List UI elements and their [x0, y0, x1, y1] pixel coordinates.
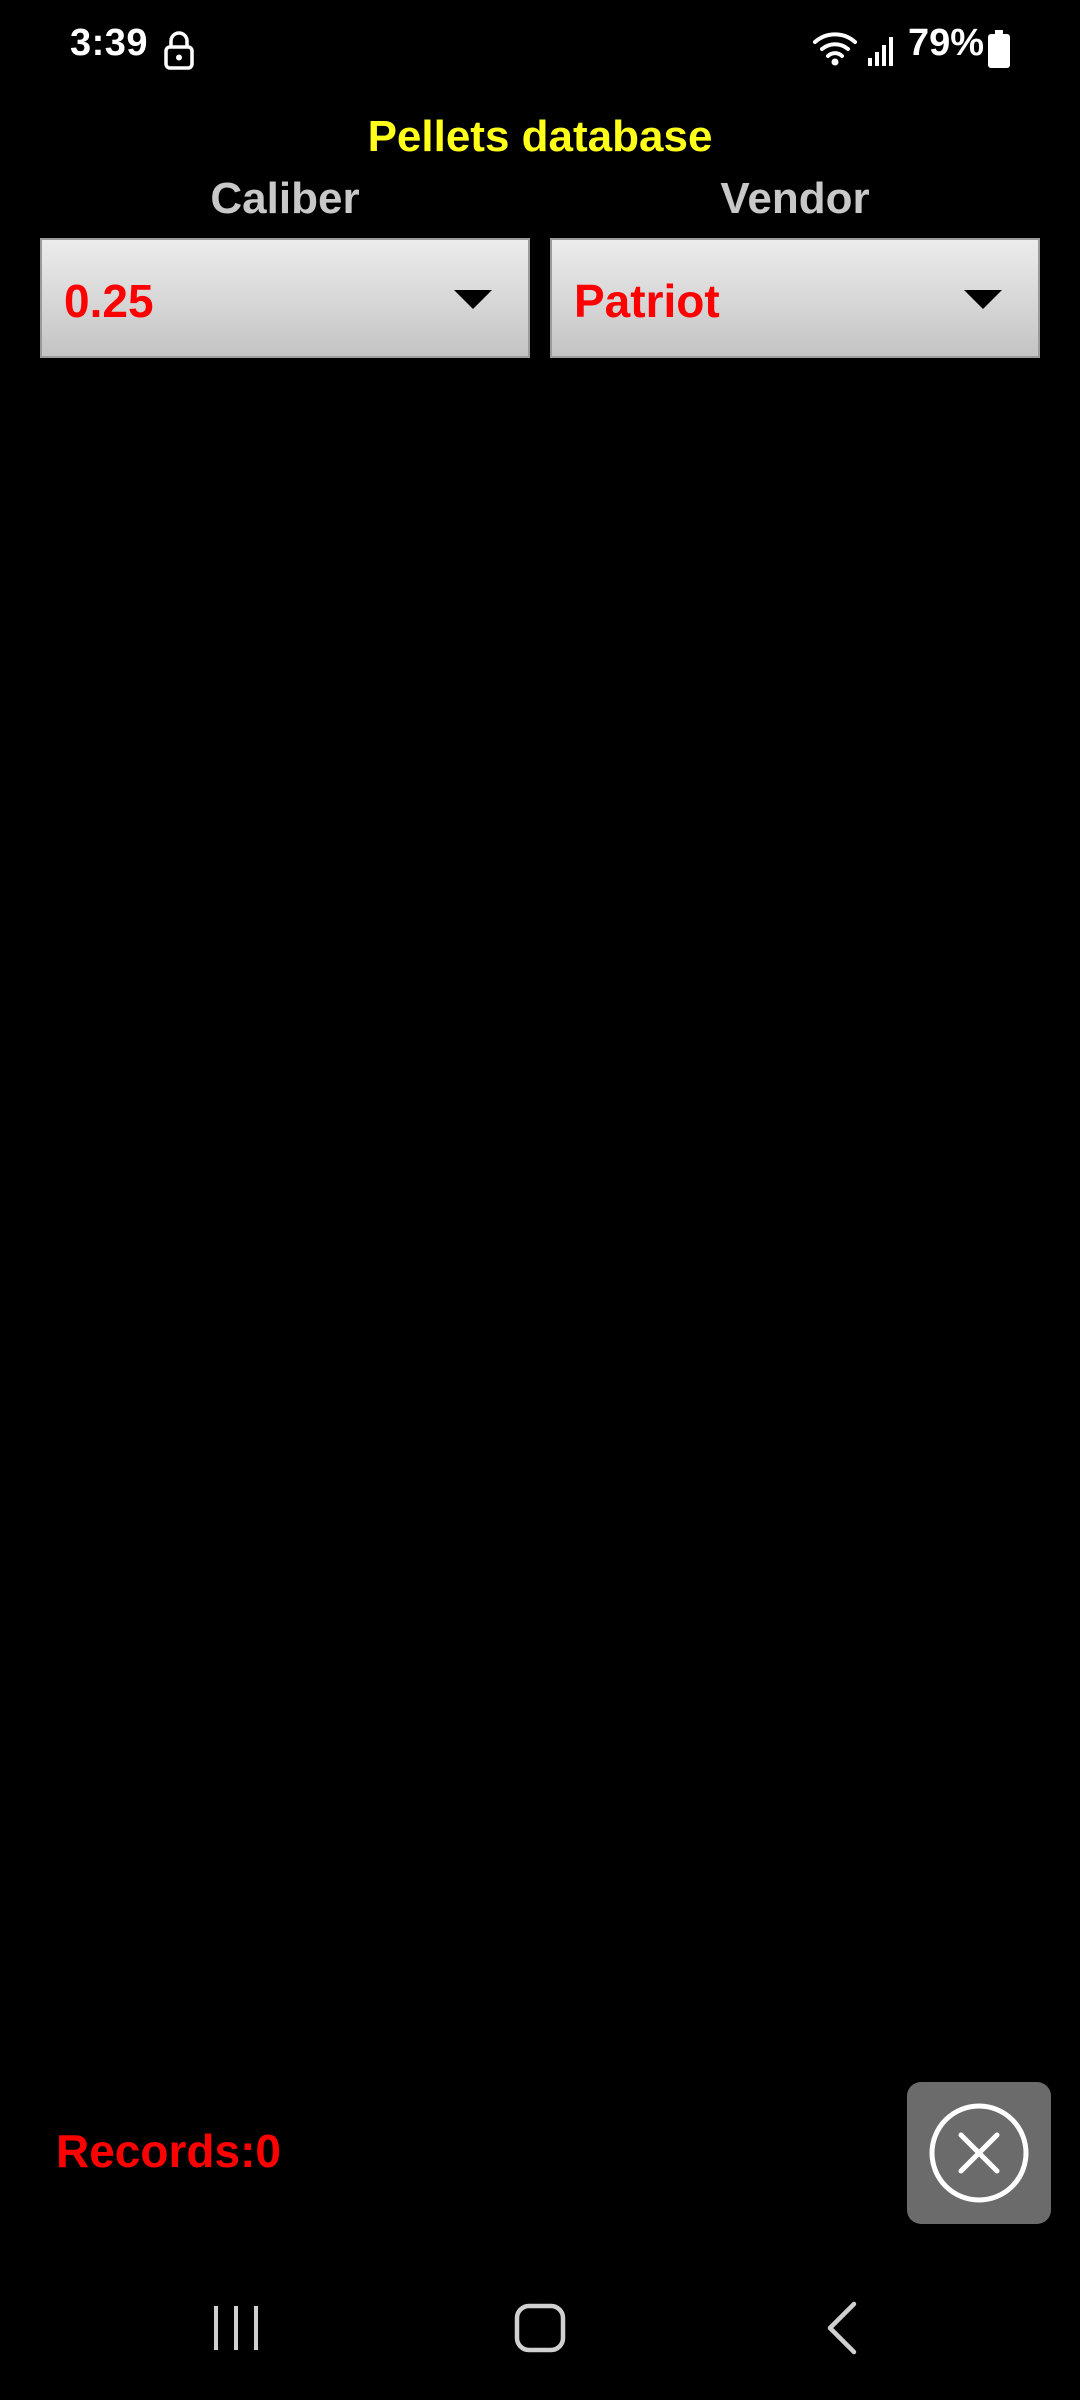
vendor-selected-value: Patriot: [574, 275, 720, 327]
back-icon[interactable]: [818, 2298, 866, 2358]
status-time: 3:39: [70, 22, 149, 64]
wifi-icon: [813, 32, 857, 66]
records-count: Records:0: [56, 2125, 281, 2177]
chevron-down-icon: [454, 290, 492, 309]
vendor-dropdown[interactable]: Patriot: [550, 238, 1040, 358]
status-bar: 3:39 79%: [0, 0, 1080, 100]
recents-icon[interactable]: [204, 2300, 268, 2356]
battery-icon: [988, 30, 1010, 68]
navigation-bar: [0, 2270, 1080, 2400]
pellets-database-screen: 3:39 79% Pellets database Caliber Vendor: [0, 0, 1080, 2400]
battery-percent: 79%: [908, 22, 985, 64]
close-button[interactable]: [907, 2082, 1051, 2224]
chevron-down-icon: [964, 290, 1002, 309]
page-title: Pellets database: [367, 112, 713, 161]
vendor-label: Vendor: [720, 174, 870, 223]
signal-icon: [868, 37, 893, 66]
close-icon: [929, 2103, 1029, 2203]
caliber-dropdown[interactable]: 0.25: [40, 238, 530, 358]
caliber-label: Caliber: [210, 174, 360, 223]
lock-icon: [164, 31, 194, 70]
caliber-selected-value: 0.25: [64, 275, 154, 327]
home-icon[interactable]: [508, 2298, 572, 2358]
